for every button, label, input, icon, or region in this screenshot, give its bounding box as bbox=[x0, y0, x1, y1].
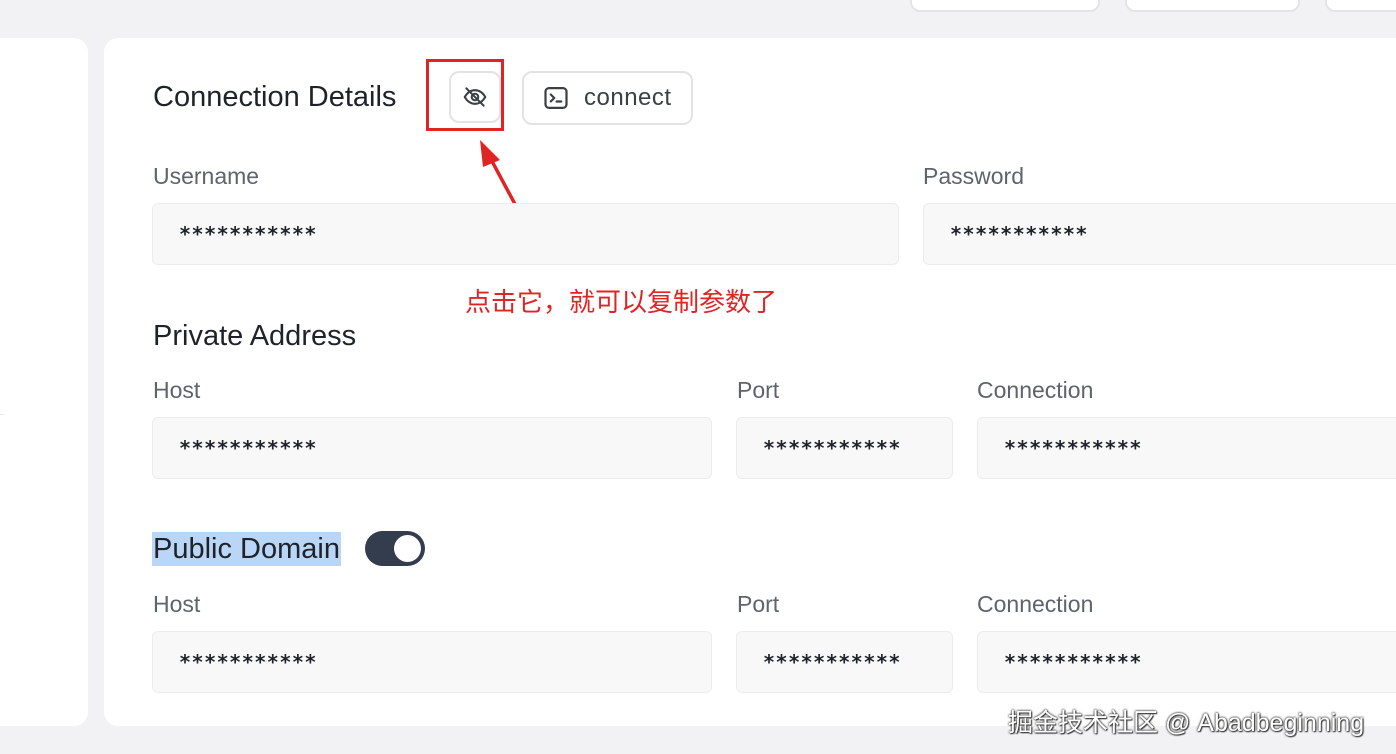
private-host-field[interactable]: *********** bbox=[152, 417, 712, 479]
connect-button[interactable]: connect bbox=[522, 71, 693, 125]
annotation-highlight-box bbox=[426, 59, 504, 131]
public-connection-field[interactable]: *********** bbox=[977, 631, 1396, 693]
left-divider bbox=[0, 414, 4, 415]
connect-button-label: connect bbox=[584, 84, 672, 111]
private-connection-field[interactable]: *********** bbox=[977, 417, 1396, 479]
public-host-field[interactable]: *********** bbox=[152, 631, 712, 693]
annotation-text: 点击它，就可以复制参数了 bbox=[465, 287, 778, 317]
private-connection-label: Connection bbox=[977, 377, 1094, 403]
left-panel bbox=[0, 38, 88, 726]
terminal-icon bbox=[542, 84, 570, 112]
private-host-label: Host bbox=[153, 377, 201, 403]
top-action-button-1[interactable] bbox=[910, 0, 1100, 12]
toggle-knob bbox=[394, 535, 421, 562]
public-connection-label: Connection bbox=[977, 591, 1094, 617]
top-action-button-2[interactable] bbox=[1125, 0, 1300, 12]
top-action-button-3[interactable] bbox=[1325, 0, 1396, 12]
username-label: Username bbox=[153, 163, 260, 189]
watermark: 掘金技术社区 @ Abadbeginning bbox=[1008, 709, 1365, 737]
public-port-label: Port bbox=[737, 591, 780, 617]
private-address-title: Private Address bbox=[153, 320, 357, 352]
connection-details-title: Connection Details bbox=[153, 81, 397, 113]
private-port-field[interactable]: *********** bbox=[736, 417, 953, 479]
username-field[interactable]: *********** bbox=[152, 203, 899, 265]
password-label: Password bbox=[923, 163, 1024, 189]
public-domain-toggle[interactable] bbox=[365, 531, 425, 566]
public-port-field[interactable]: *********** bbox=[736, 631, 953, 693]
private-port-label: Port bbox=[737, 377, 780, 403]
password-field[interactable]: *********** bbox=[923, 203, 1396, 265]
public-host-label: Host bbox=[153, 591, 201, 617]
public-domain-title: Public Domain bbox=[152, 532, 341, 566]
